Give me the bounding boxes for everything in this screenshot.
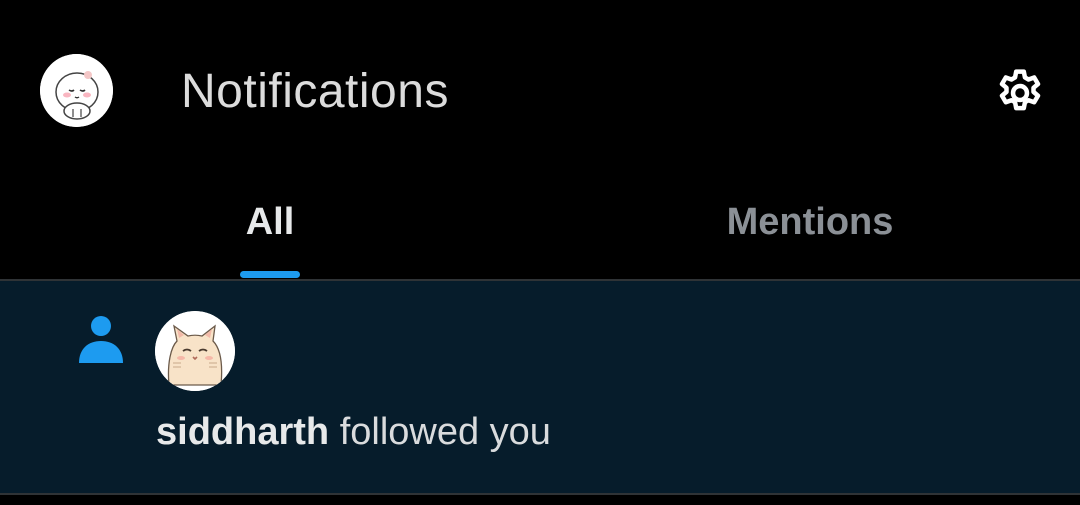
notification-text: siddharth followed you bbox=[156, 411, 551, 454]
notification-action: followed you bbox=[339, 411, 551, 453]
tab-all[interactable]: All bbox=[0, 180, 540, 279]
tab-mentions[interactable]: Mentions bbox=[540, 180, 1080, 279]
tab-mentions-label: Mentions bbox=[726, 201, 894, 243]
follower-avatar[interactable] bbox=[155, 311, 235, 391]
settings-button[interactable] bbox=[992, 65, 1048, 121]
divider bbox=[0, 493, 1080, 495]
person-icon bbox=[79, 316, 123, 363]
mochi-avatar-icon bbox=[40, 54, 113, 127]
gear-icon bbox=[999, 69, 1041, 111]
profile-avatar[interactable] bbox=[40, 54, 113, 127]
tab-all-label: All bbox=[245, 201, 295, 243]
notification-item[interactable]: siddharth followed you bbox=[0, 281, 1080, 493]
top-app-bar: Notifications bbox=[0, 0, 1080, 180]
follower-username[interactable]: siddharth bbox=[156, 411, 329, 453]
page-title: Notifications bbox=[181, 65, 449, 118]
tab-bar: All Mentions bbox=[0, 180, 1080, 279]
active-tab-indicator bbox=[240, 271, 300, 278]
cat-avatar-icon bbox=[155, 311, 235, 391]
